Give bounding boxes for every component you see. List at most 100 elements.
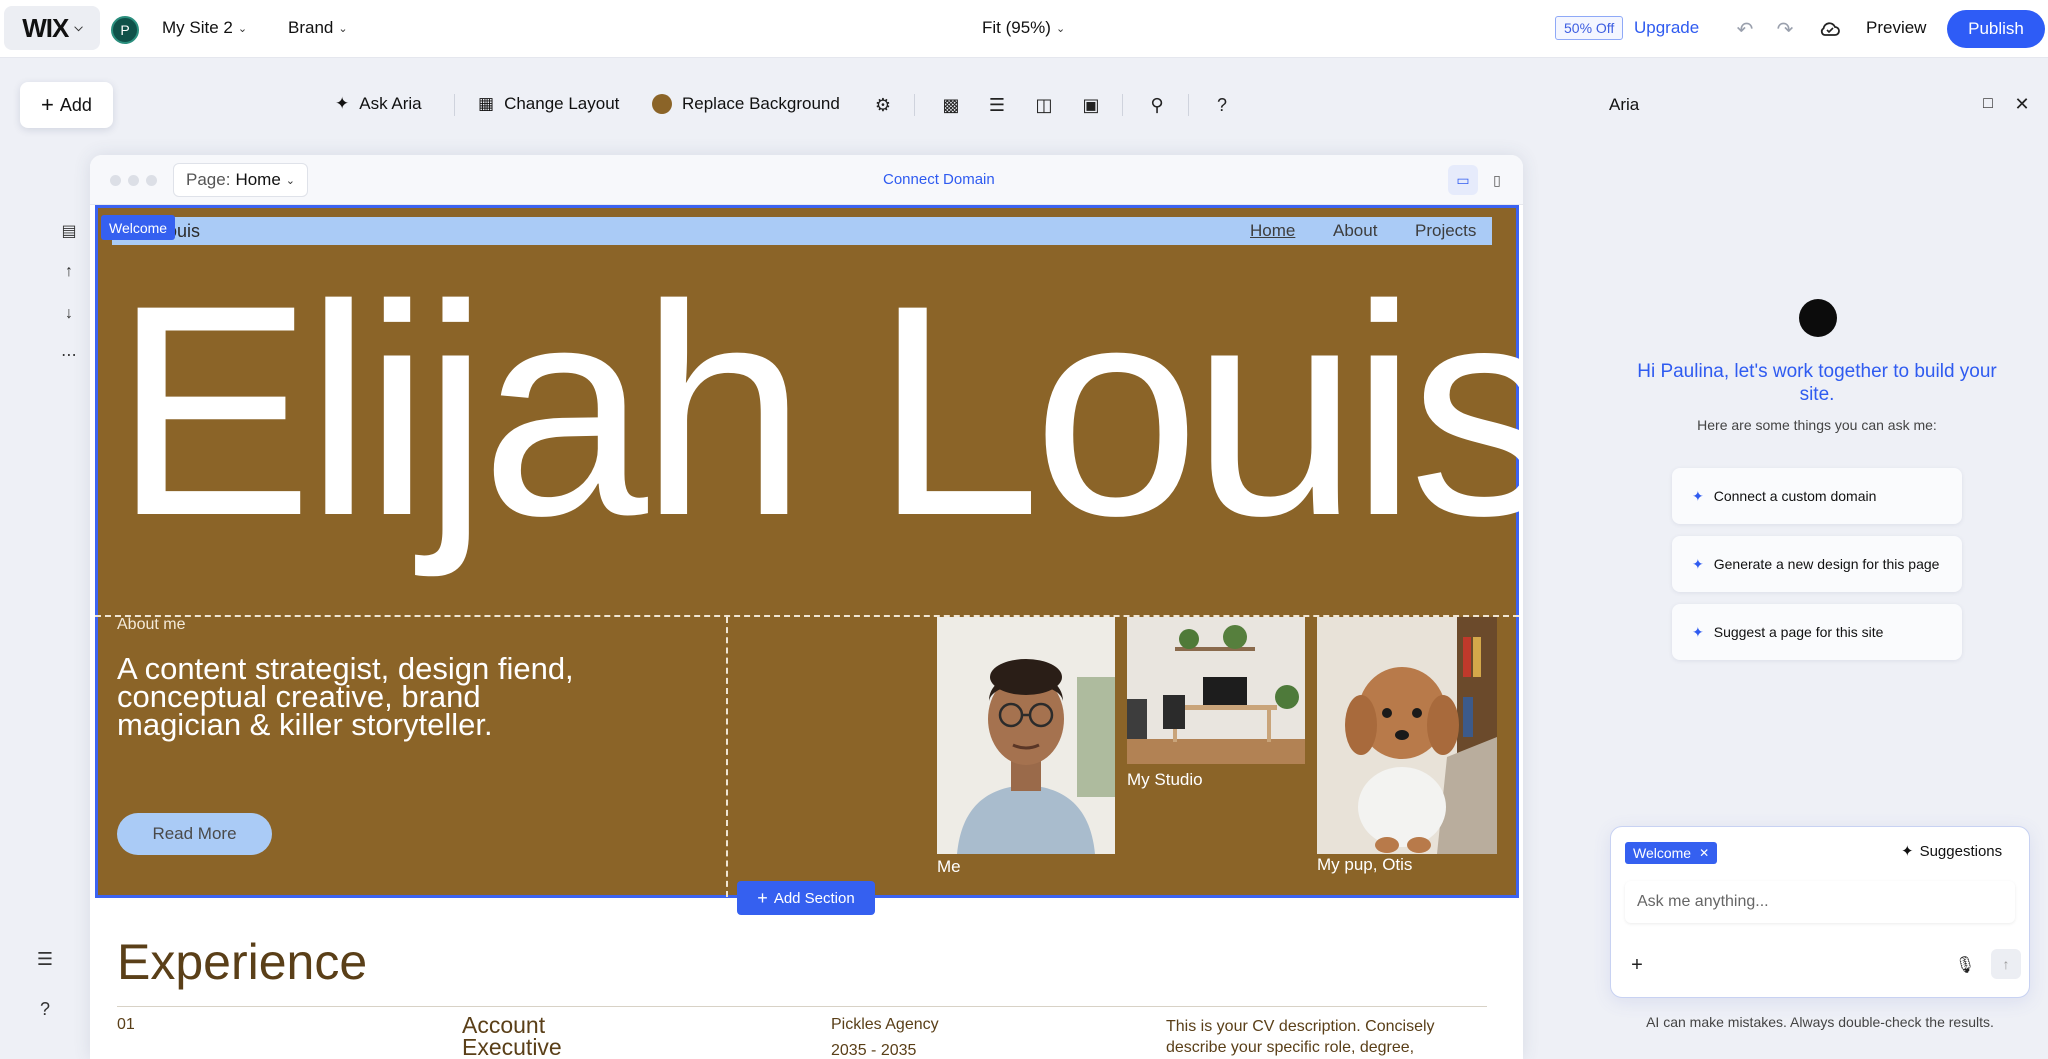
grid-divider (95, 615, 1519, 617)
welcome-section[interactable]: ouis Welcome Home About Projects Elijah … (95, 205, 1519, 898)
zoom-selector[interactable]: Fit (95%) ⌄ (982, 18, 1065, 38)
mobile-view-icon[interactable]: ▯ (1482, 165, 1512, 195)
photo-caption-pup[interactable]: My pup, Otis (1317, 855, 1412, 875)
photo-me[interactable] (937, 617, 1115, 854)
grid-divider (726, 617, 728, 897)
experience-role[interactable]: Account Executive (462, 1014, 602, 1059)
ask-aria-button[interactable]: ✦ Ask Aria (335, 94, 422, 114)
photo-studio[interactable] (1127, 617, 1305, 764)
brand-menu[interactable]: Brand ⌄ (288, 18, 348, 38)
experience-number[interactable]: 01 (117, 1016, 135, 1034)
nav-link-home[interactable]: Home (1250, 221, 1295, 241)
hero-name[interactable]: Elijah Louis (113, 260, 1519, 560)
page-name: Home (235, 170, 281, 189)
microphone-icon[interactable]: 🎙 (1953, 953, 1977, 977)
site-selector[interactable]: My Site 2 ⌄ (162, 18, 247, 38)
add-section-button[interactable]: + Add Section (737, 881, 875, 915)
chip-close-icon[interactable]: ✕ (1699, 846, 1709, 860)
cloud-save-icon[interactable] (1816, 15, 1844, 43)
suggestion-label: Connect a custom domain (1713, 488, 1877, 504)
suggestions-label: Suggestions (1919, 842, 2003, 860)
wix-logo: WIX (22, 12, 69, 43)
section-icon[interactable]: ▤ (56, 220, 82, 242)
settings-gear-icon[interactable]: ⚙ (870, 92, 896, 118)
aria-subtitle: Here are some things you can ask me: (1697, 417, 1937, 433)
section-bottom-icon[interactable]: ▣ (1078, 92, 1104, 118)
experience-company[interactable]: Pickles Agency (831, 1016, 939, 1034)
add-button[interactable]: + Add (20, 82, 113, 128)
photo-pup[interactable] (1317, 617, 1497, 854)
aria-panel-title: Aria (1609, 95, 1640, 114)
ask-aria-label: Ask Aria (359, 94, 422, 113)
read-more-button[interactable]: Read More (117, 813, 272, 855)
sparkle-icon: ✦ (1901, 843, 1914, 860)
close-icon[interactable]: ✕ (2010, 92, 2034, 116)
columns-icon[interactable]: ◫ (1031, 92, 1057, 118)
canvas-header: Page: Home ⌄ Connect Domain ▭ ▯ (90, 155, 1523, 205)
suggestion-label: Generate a new design for this page (1713, 556, 1940, 572)
window-dot (110, 175, 121, 186)
page-prefix: Page: (186, 170, 231, 189)
wix-menu-button[interactable]: WIX ⌵ (4, 6, 100, 50)
experience-title[interactable]: Experience (117, 933, 367, 991)
publish-button[interactable]: Publish (1947, 10, 2045, 48)
send-arrow-icon[interactable]: ↑ (1991, 949, 2021, 979)
move-up-icon[interactable]: ↑ (56, 261, 82, 283)
background-swatch-icon (652, 94, 672, 114)
photo-caption-me[interactable]: Me (937, 857, 961, 877)
avatar[interactable]: P (111, 16, 139, 44)
suggestions-button[interactable]: ✦ Suggestions (1901, 842, 2003, 861)
attach-plus-icon[interactable]: + (1625, 953, 1649, 977)
page-selector[interactable]: Page: Home ⌄ (173, 163, 309, 197)
chevron-down-icon: ⌄ (237, 22, 248, 35)
replace-background-label: Replace Background (682, 94, 840, 113)
experience-description[interactable]: This is your CV description. Concisely d… (1166, 1016, 1466, 1058)
ask-input[interactable] (1625, 881, 2015, 923)
sparkle-icon: ✦ (1692, 623, 1704, 640)
chevron-down-icon: ⌄ (1055, 22, 1066, 35)
replace-background-button[interactable]: Replace Background (652, 94, 840, 114)
about-text[interactable]: A content strategist, design fiend, conc… (117, 653, 587, 740)
more-options-icon[interactable]: ⋯ (56, 344, 82, 366)
brand-label: Brand (288, 18, 334, 37)
ai-disclaimer: AI can make mistakes. Always double-chec… (1646, 1014, 1994, 1030)
aria-greeting: Hi Paulina, let's work together to build… (1637, 361, 1997, 405)
sparkle-icon: ✦ (1692, 487, 1704, 504)
nav-link-projects[interactable]: Projects (1415, 221, 1476, 241)
chevron-down-icon: ⌵ (74, 21, 82, 34)
experience-divider (117, 1006, 1487, 1007)
desktop-view-icon[interactable]: ▭ (1448, 165, 1478, 195)
divider (1122, 94, 1123, 116)
redo-icon[interactable]: ↷ (1772, 16, 1798, 42)
move-down-icon[interactable]: ↓ (56, 303, 82, 325)
chat-bubble-icon[interactable]: □ (1976, 92, 2000, 116)
change-layout-button[interactable]: ▦ Change Layout (478, 94, 619, 114)
undo-icon[interactable]: ↶ (1732, 16, 1758, 42)
suggestion-label: Suggest a page for this site (1713, 624, 1884, 640)
divider (1188, 94, 1189, 116)
section-tag[interactable]: Welcome (101, 215, 176, 240)
discount-badge[interactable]: 50% Off (1555, 16, 1624, 40)
context-chip[interactable]: Welcome ✕ (1625, 842, 1718, 864)
chip-label: Welcome (1633, 845, 1692, 861)
divider (914, 94, 915, 116)
checkerboard-icon[interactable]: ▩ (938, 92, 964, 118)
nav-link-about[interactable]: About (1333, 221, 1377, 241)
suggestion-generate-design[interactable]: ✦ Generate a new design for this page (1672, 536, 1962, 592)
photo-caption-studio[interactable]: My Studio (1127, 770, 1203, 790)
preview-button[interactable]: Preview (1866, 18, 1926, 38)
align-lines-icon[interactable]: ☰ (984, 92, 1010, 118)
connect-domain-link[interactable]: Connect Domain (883, 171, 995, 188)
help-circle-icon[interactable]: ? (32, 996, 58, 1022)
help-button[interactable]: ? (1209, 92, 1235, 118)
chevron-down-icon: ⌄ (338, 22, 348, 35)
suggestion-connect-domain[interactable]: ✦ Connect a custom domain (1672, 468, 1962, 524)
about-label[interactable]: About me (117, 616, 185, 634)
add-label: Add (59, 94, 92, 115)
inspect-search-icon[interactable]: ⚲ (1144, 92, 1170, 118)
suggestion-suggest-page[interactable]: ✦ Suggest a page for this site (1672, 604, 1962, 660)
layers-icon[interactable]: ☰ (32, 946, 58, 972)
plus-icon: + (41, 92, 54, 117)
experience-years[interactable]: 2035 - 2035 (831, 1042, 916, 1059)
upgrade-link[interactable]: Upgrade (1634, 18, 1699, 38)
